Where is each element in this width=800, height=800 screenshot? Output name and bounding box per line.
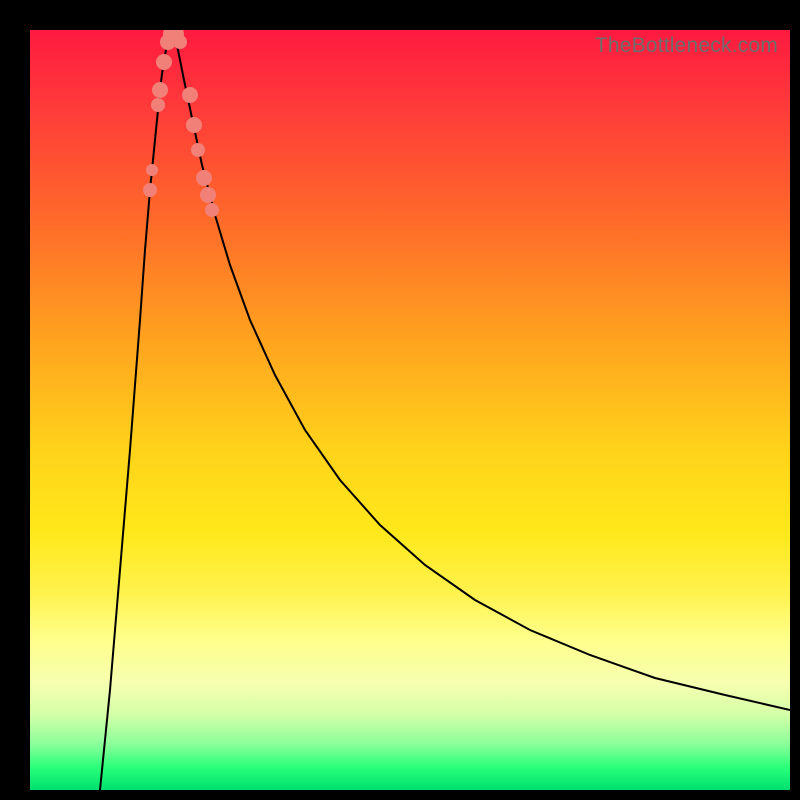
scatter-dot — [182, 87, 198, 103]
scatter-dot — [196, 170, 212, 186]
scatter-dot — [151, 98, 165, 112]
curve-right-branch — [174, 32, 790, 710]
scatter-dot — [200, 187, 216, 203]
scatter-dot — [173, 35, 187, 49]
scatter-dot — [152, 82, 168, 98]
scatter-dot — [186, 117, 202, 133]
curve-left-branch — [100, 32, 174, 790]
bottleneck-curve-plot — [30, 30, 790, 790]
scatter-dot — [156, 54, 172, 70]
scatter-dot — [191, 143, 205, 157]
scatter-dots — [143, 30, 219, 217]
chart-frame: TheBottleneck.com — [30, 30, 790, 790]
scatter-dot — [205, 203, 219, 217]
scatter-dot — [143, 183, 157, 197]
scatter-dot — [146, 164, 158, 176]
